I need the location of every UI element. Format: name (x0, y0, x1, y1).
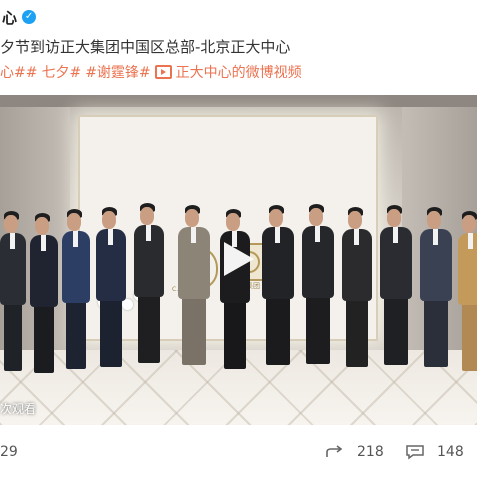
person (96, 95, 126, 425)
video-link-label: 正大中心的微博视频 (175, 65, 302, 81)
person (30, 95, 58, 425)
play-icon (224, 242, 254, 276)
author-name[interactable]: 心 (2, 7, 17, 28)
person (0, 95, 26, 425)
post-footer: 29 218 148 (0, 425, 477, 478)
comment-count: 148 (437, 444, 464, 460)
person (262, 95, 294, 425)
person (342, 95, 372, 425)
post-title: 夕节到访正大集团中国区总部-北京正大中心 (0, 38, 291, 56)
person (420, 95, 452, 425)
person (134, 95, 164, 425)
forward-icon (326, 445, 343, 457)
forward-count: 218 (357, 444, 384, 460)
person (178, 95, 210, 425)
comment-button[interactable]: 148 (405, 444, 464, 460)
hashtag-1[interactable]: 心## (0, 62, 37, 82)
verified-icon: ✓ (22, 10, 37, 24)
post-tags: 心## 七夕# #谢霆锋# 正大中心的微博视频 (0, 62, 302, 82)
forward-button[interactable]: 218 (325, 444, 384, 460)
person (380, 95, 412, 425)
hashtag-3[interactable]: #谢霆锋# (85, 62, 150, 82)
post-header: 心 ✓ (0, 4, 37, 30)
person (62, 95, 90, 425)
video-player[interactable]: C.P.Group 正大集团 次观看 (0, 95, 477, 425)
video-link-icon (154, 65, 172, 79)
video-link[interactable]: 正大中心的微博视频 (154, 62, 302, 82)
hashtag-2[interactable]: 七夕# (41, 62, 81, 82)
person (458, 95, 477, 425)
person (302, 95, 334, 425)
comment-icon (406, 445, 424, 460)
view-count-label: 次观看 (0, 402, 37, 416)
like-count[interactable]: 29 (0, 444, 18, 460)
play-button[interactable] (219, 240, 257, 278)
